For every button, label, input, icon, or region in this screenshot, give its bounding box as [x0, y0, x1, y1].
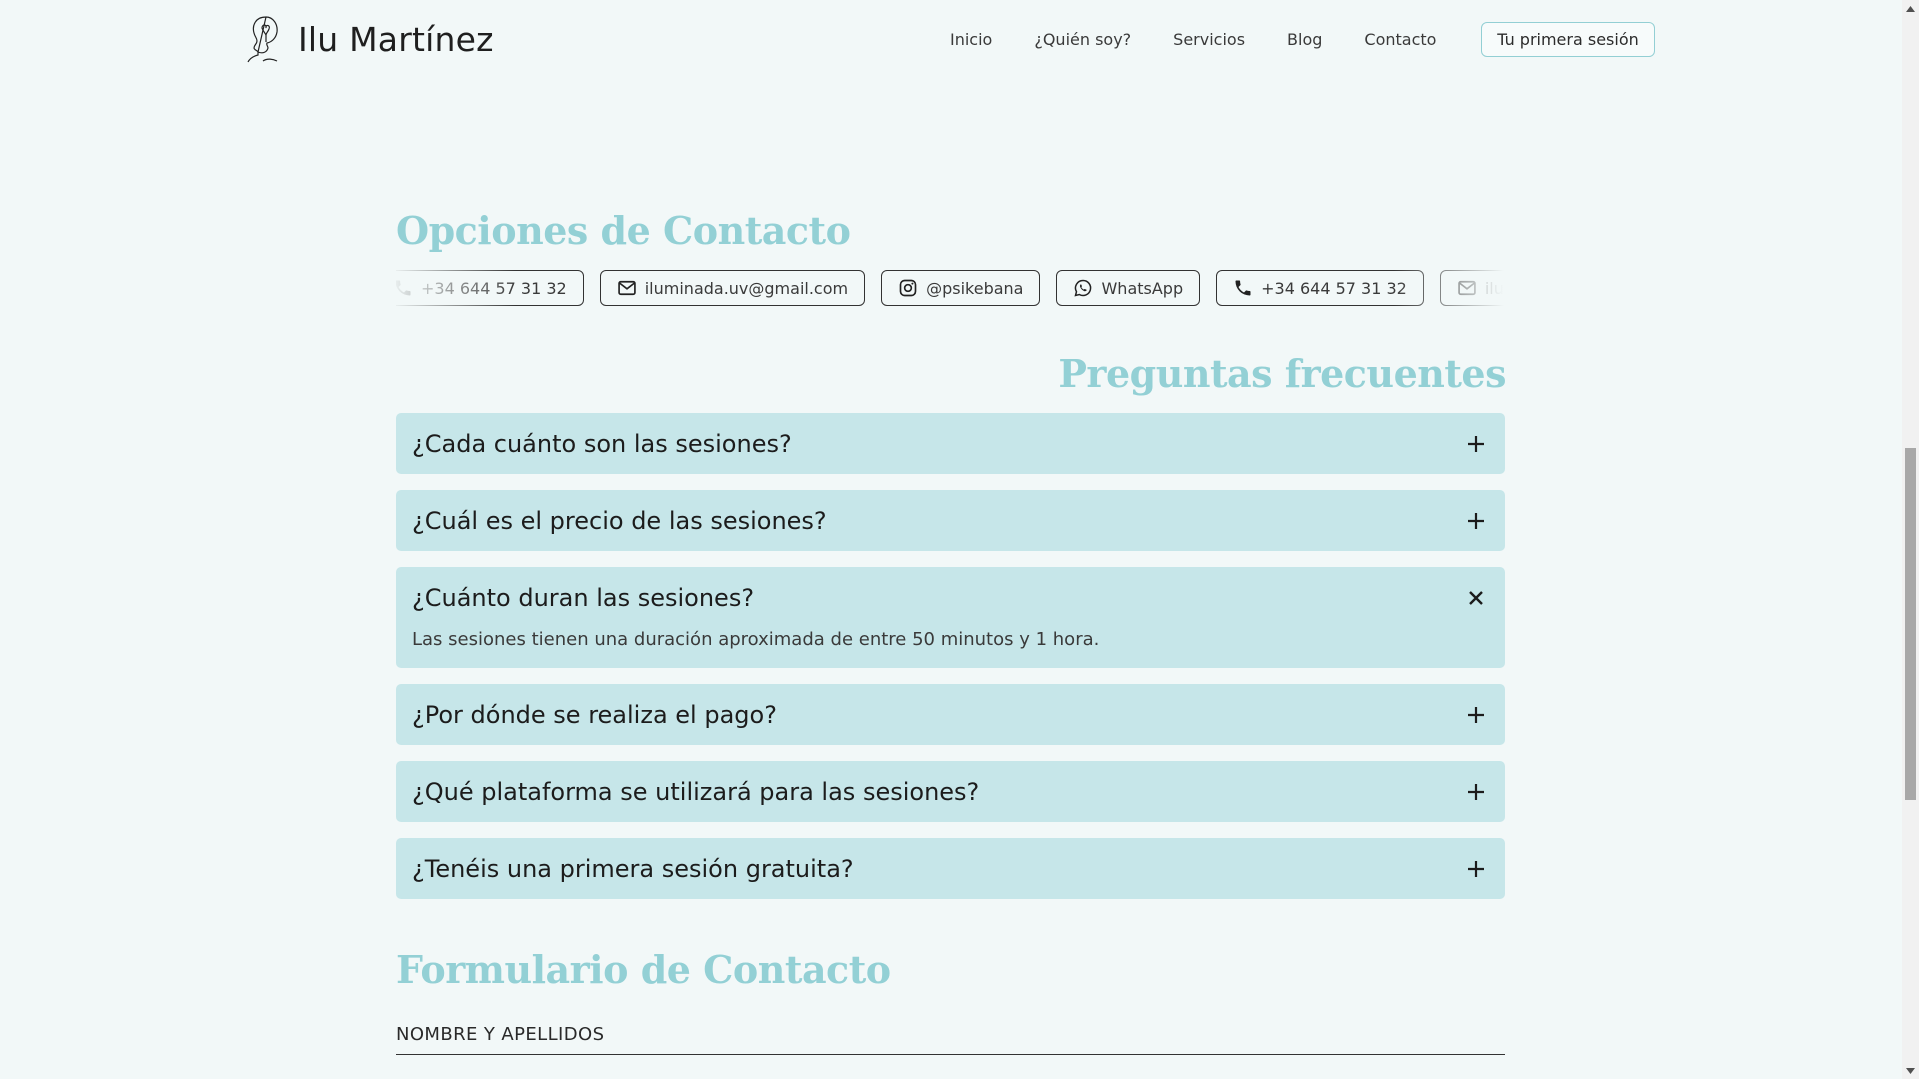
contact-chip-label: ilum [1484, 278, 1504, 298]
nav-link-inicio[interactable]: Inicio [950, 21, 992, 59]
scroll-up-arrow-icon[interactable] [1902, 0, 1919, 17]
contact-chip-label: +34 644 57 31 32 [1261, 278, 1407, 298]
faq-question: ¿Cuánto duran las sesiones? [412, 583, 755, 612]
instagram-icon [899, 279, 917, 297]
nav-link-quien-soy[interactable]: ¿Quién soy? [1034, 21, 1131, 59]
brand-home-link[interactable]: Ilu Martínez [245, 14, 494, 64]
faq-question: ¿Por dónde se realiza el pago? [412, 700, 777, 729]
phone-icon [396, 280, 411, 296]
faq-question: ¿Cuál es el precio de las sesiones? [412, 506, 827, 535]
contact-chip-phone[interactable]: +34 644 57 31 32 [1216, 270, 1424, 306]
contact-form-title: Formulario de Contacto [396, 947, 891, 992]
first-session-button[interactable]: Tu primera sesión [1481, 22, 1655, 57]
whatsapp-icon [1074, 279, 1092, 297]
name-field[interactable] [396, 1050, 1505, 1055]
faq-item: ¿Cuál es el precio de las sesiones? [396, 490, 1505, 551]
contact-chip-label: iluminada.uv@gmail.com [644, 278, 849, 298]
mail-icon [617, 280, 636, 296]
faq-answer: Las sesiones tienen una duración aproxim… [412, 629, 1100, 650]
faq-title: Preguntas frecuentes [1058, 351, 1506, 396]
contact-chip-label: WhatsApp [1101, 278, 1184, 298]
faq-question-button[interactable]: ¿Cuánto duran las sesiones? [396, 567, 1505, 628]
brand-name: Ilu Martínez [298, 19, 494, 59]
scrollbar-thumb[interactable] [1905, 448, 1916, 800]
page-scrollbar[interactable] [1902, 0, 1919, 1079]
scroll-down-arrow-icon[interactable] [1902, 1062, 1919, 1079]
contact-chip-email[interactable]: ilum [1439, 270, 1504, 306]
contact-chips-track: +34 644 57 31 32 iluminada.uv@gmail.com … [396, 270, 1504, 306]
contact-chip-email[interactable]: iluminada.uv@gmail.com [599, 270, 866, 306]
site-header: Ilu Martínez Inicio ¿Quién soy? Servicio… [0, 0, 1902, 82]
nav-link-servicios[interactable]: Servicios [1173, 21, 1245, 59]
nav-link-contacto[interactable]: Contacto [1364, 21, 1436, 59]
contact-chip-instagram[interactable]: @psikebana [881, 270, 1041, 306]
contact-chip-label: +34 644 57 31 32 [421, 278, 567, 298]
faq-item: ¿Tenéis una primera sesión gratuita? [396, 838, 1505, 899]
close-icon[interactable] [1463, 585, 1489, 611]
plus-icon[interactable] [1463, 779, 1489, 805]
faq-question-button[interactable]: ¿Qué plataforma se utilizará para las se… [396, 761, 1505, 822]
main-nav: Inicio ¿Quién soy? Servicios Blog Contac… [950, 21, 1478, 59]
contact-chips-carousel[interactable]: +34 644 57 31 32 iluminada.uv@gmail.com … [396, 268, 1504, 310]
plus-icon[interactable] [1463, 856, 1489, 882]
faq-question-button[interactable]: ¿Por dónde se realiza el pago? [396, 684, 1505, 745]
faq-item-expanded: ¿Cuánto duran las sesiones? Las sesiones… [396, 567, 1505, 668]
faq-question-button[interactable]: ¿Cuál es el precio de las sesiones? [396, 490, 1505, 551]
faq-item: ¿Cada cuánto son las sesiones? [396, 413, 1505, 474]
woman-profile-heart-icon [247, 16, 278, 63]
plus-icon[interactable] [1463, 431, 1489, 457]
faq-question: ¿Tenéis una primera sesión gratuita? [412, 854, 854, 883]
faq-item: ¿Qué plataforma se utilizará para las se… [396, 761, 1505, 822]
faq-question-button[interactable]: ¿Tenéis una primera sesión gratuita? [396, 838, 1505, 899]
faq-question: ¿Cada cuánto son las sesiones? [412, 429, 792, 458]
faq-question-button[interactable]: ¿Cada cuánto son las sesiones? [396, 413, 1505, 474]
contact-chip-label: @psikebana [926, 278, 1024, 298]
mail-icon [1458, 280, 1476, 296]
contact-chip-phone[interactable]: +34 644 57 31 32 [396, 270, 584, 306]
faq-accordion: ¿Cada cuánto son las sesiones? ¿Cuál es … [396, 413, 1505, 915]
contact-chip-whatsapp[interactable]: WhatsApp [1056, 270, 1201, 306]
plus-icon[interactable] [1463, 508, 1489, 534]
name-field-label: NOMBRE Y APELLIDOS [396, 1024, 605, 1045]
nav-link-blog[interactable]: Blog [1287, 21, 1322, 59]
phone-icon [1235, 280, 1251, 296]
faq-item: ¿Por dónde se realiza el pago? [396, 684, 1505, 745]
plus-icon[interactable] [1463, 702, 1489, 728]
contact-options-title: Opciones de Contacto [396, 208, 851, 253]
faq-question: ¿Qué plataforma se utilizará para las se… [412, 777, 980, 806]
